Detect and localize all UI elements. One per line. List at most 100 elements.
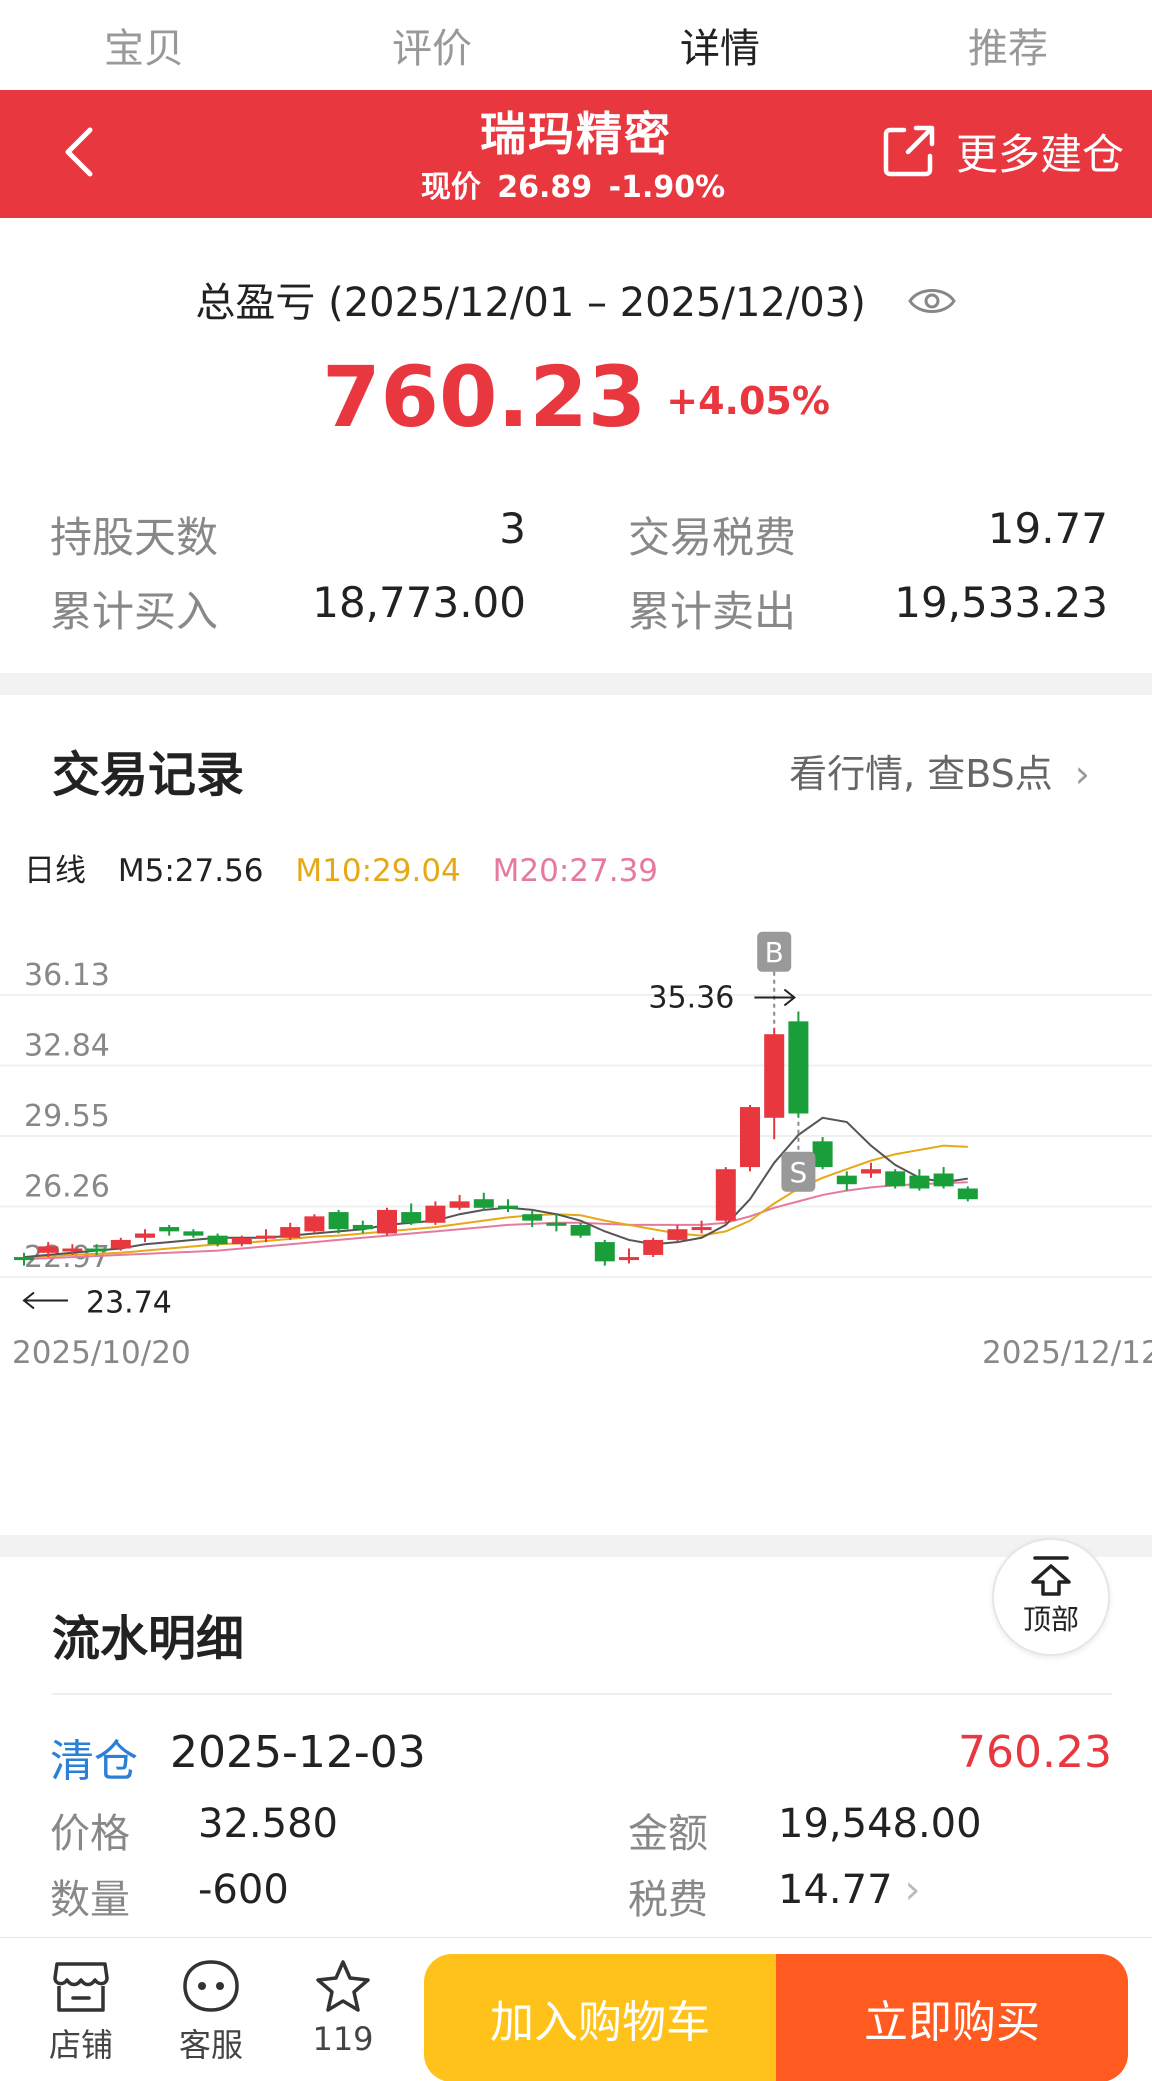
candle-body <box>473 1199 494 1208</box>
favorite-button[interactable]: 119 <box>288 1958 398 2058</box>
tab-tuijian[interactable]: 推荐 <box>864 0 1152 90</box>
back-to-top-button[interactable]: 顶部 <box>992 1538 1110 1656</box>
candle-body <box>885 1171 906 1187</box>
candle-body <box>691 1227 712 1231</box>
ma20-label: M20:27.39 <box>492 853 659 889</box>
tab-xiangqing[interactable]: 详情 <box>576 0 864 90</box>
total-pnl-value: 760.23 <box>322 348 647 446</box>
flow-date: 2025-12-03 <box>170 1727 426 1778</box>
candle-body <box>764 1034 785 1118</box>
candle-body <box>328 1212 349 1230</box>
candle-body <box>522 1214 543 1221</box>
candle-body <box>401 1212 422 1223</box>
pnl-summary-card: 总盈亏 (2025/12/01 – 2025/12/03) 760.23 +4.0… <box>0 218 1152 673</box>
candle-body <box>861 1169 881 1174</box>
service-icon <box>183 1960 239 2012</box>
candle-body <box>256 1235 276 1239</box>
y-tick-label: 32.84 <box>24 1029 110 1064</box>
flow-detail-card: 流水明细 清仓 2025-12-03 760.23 价格 32.580 金额 1… <box>0 1557 1152 1937</box>
candle-body <box>207 1235 228 1245</box>
candle-body <box>788 1021 809 1114</box>
candle-body <box>135 1233 155 1238</box>
add-to-cart-button[interactable]: 加入购物车 <box>424 1954 776 2081</box>
total-pnl-label: 总盈亏 (2025/12/01 – 2025/12/03) <box>0 270 1152 328</box>
candle-body <box>449 1201 470 1208</box>
candle-body <box>14 1257 34 1261</box>
view-market-label: 看行情, 查BS点 <box>789 752 1053 796</box>
tab-pingjia[interactable]: 评价 <box>288 0 576 90</box>
candle-body <box>570 1224 591 1236</box>
candle-body <box>183 1231 204 1236</box>
trade-record-title: 交易记录 <box>52 747 245 803</box>
flow-price: 32.580 <box>198 1801 338 1847</box>
flow-money: 19,548.00 <box>778 1801 982 1847</box>
stat-value: 18,773.00 <box>312 578 526 627</box>
trade-record-card: 交易记录 看行情, 查BS点 › 日线 M5:27.56 M10:29.04 M2… <box>0 695 1152 1535</box>
candle-body <box>667 1229 688 1240</box>
stat-label: 持股天数 <box>50 513 219 562</box>
flow-fee-link[interactable]: 14.77 › <box>778 1867 921 1913</box>
flow-fee-label: 税费 <box>628 1877 708 1923</box>
stat-label: 累计卖出 <box>628 587 797 636</box>
bottom-action-bar: 店铺 客服 119 加入购物车 立即购买 <box>0 1937 1152 2081</box>
ma20-line <box>23 1181 968 1261</box>
buy-now-button[interactable]: 立即购买 <box>776 1954 1128 2081</box>
candle-body <box>740 1107 760 1168</box>
flow-detail-title: 流水明细 <box>52 1611 245 1667</box>
eye-icon[interactable] <box>907 282 957 328</box>
candle-body <box>86 1248 107 1252</box>
ma10-label: M10:29.04 <box>295 853 461 889</box>
high-arrow <box>754 988 797 1007</box>
tab-baobei[interactable]: 宝贝 <box>0 0 288 90</box>
more-positions-button[interactable]: 更多建仓 <box>880 116 1124 186</box>
candle-body <box>62 1248 83 1252</box>
back-to-top-label: 顶部 <box>1022 1603 1079 1636</box>
ma5-line <box>23 1116 968 1259</box>
flow-fee: 14.77 <box>778 1867 893 1913</box>
candle-body <box>933 1173 954 1187</box>
candle-body <box>812 1141 833 1168</box>
stat-trade-fees: 交易税费 19.77 <box>628 504 1108 565</box>
candle-body <box>643 1239 664 1255</box>
stat-total-buy: 累计买入 18,773.00 <box>50 578 526 639</box>
service-button[interactable]: 客服 <box>156 1958 266 2066</box>
candle-body <box>619 1257 639 1261</box>
flow-type: 清仓 <box>50 1736 138 1787</box>
candle-body <box>425 1205 446 1223</box>
favorite-count: 119 <box>312 2020 374 2058</box>
stat-value: 19,533.23 <box>894 578 1108 627</box>
candle-body <box>594 1242 615 1262</box>
shop-button[interactable]: 店铺 <box>26 1958 136 2066</box>
view-market-link[interactable]: 看行情, 查BS点 › <box>789 743 1090 798</box>
total-pnl-pct: +4.05% <box>666 379 830 423</box>
candle-body <box>546 1222 567 1226</box>
ma5-label: M5:27.56 <box>117 853 264 889</box>
flow-amount: 760.23 <box>958 1727 1112 1778</box>
flow-qty: -600 <box>198 1867 289 1913</box>
ma-legend: 日线 M5:27.56 M10:29.04 M20:27.39 <box>24 845 680 890</box>
period-label: 日线 <box>24 853 86 889</box>
stat-label: 交易税费 <box>628 513 797 562</box>
stat-value: 19.77 <box>987 504 1108 553</box>
candle-body <box>352 1224 373 1230</box>
candle-body <box>957 1188 978 1200</box>
low-price-label: 23.74 <box>86 1286 172 1321</box>
candle-body <box>38 1246 59 1253</box>
stat-value: 3 <box>499 504 526 553</box>
sell-marker: S <box>790 1156 808 1189</box>
x-end-label: 2025/12/12 <box>982 1335 1152 1371</box>
y-tick-label: 26.26 <box>24 1170 110 1205</box>
candle-body <box>280 1227 301 1238</box>
stat-total-sell: 累计卖出 19,533.23 <box>628 578 1108 639</box>
y-tick-label: 36.13 <box>24 958 110 993</box>
more-positions-label: 更多建仓 <box>955 129 1124 179</box>
candle-body <box>159 1227 180 1232</box>
stat-holding-days: 持股天数 3 <box>50 504 526 565</box>
candlestick-chart[interactable]: 36.1332.8429.5526.2622.97BS35.3623.74202… <box>0 895 1152 1455</box>
top-tabs: 宝贝 评价 详情 推荐 <box>0 0 1152 90</box>
chevron-right-icon: › <box>1074 752 1090 796</box>
candle-body <box>110 1239 131 1249</box>
total-pnl-period: 总盈亏 (2025/12/01 – 2025/12/03) <box>195 280 866 326</box>
stock-header: 瑞玛精密 现价 26.89 -1.90% 更多建仓 <box>0 90 1152 218</box>
page: 宝贝 评价 详情 推荐 瑞玛精密 现价 26.89 -1.90% 更多建仓 总盈… <box>0 0 1152 2081</box>
